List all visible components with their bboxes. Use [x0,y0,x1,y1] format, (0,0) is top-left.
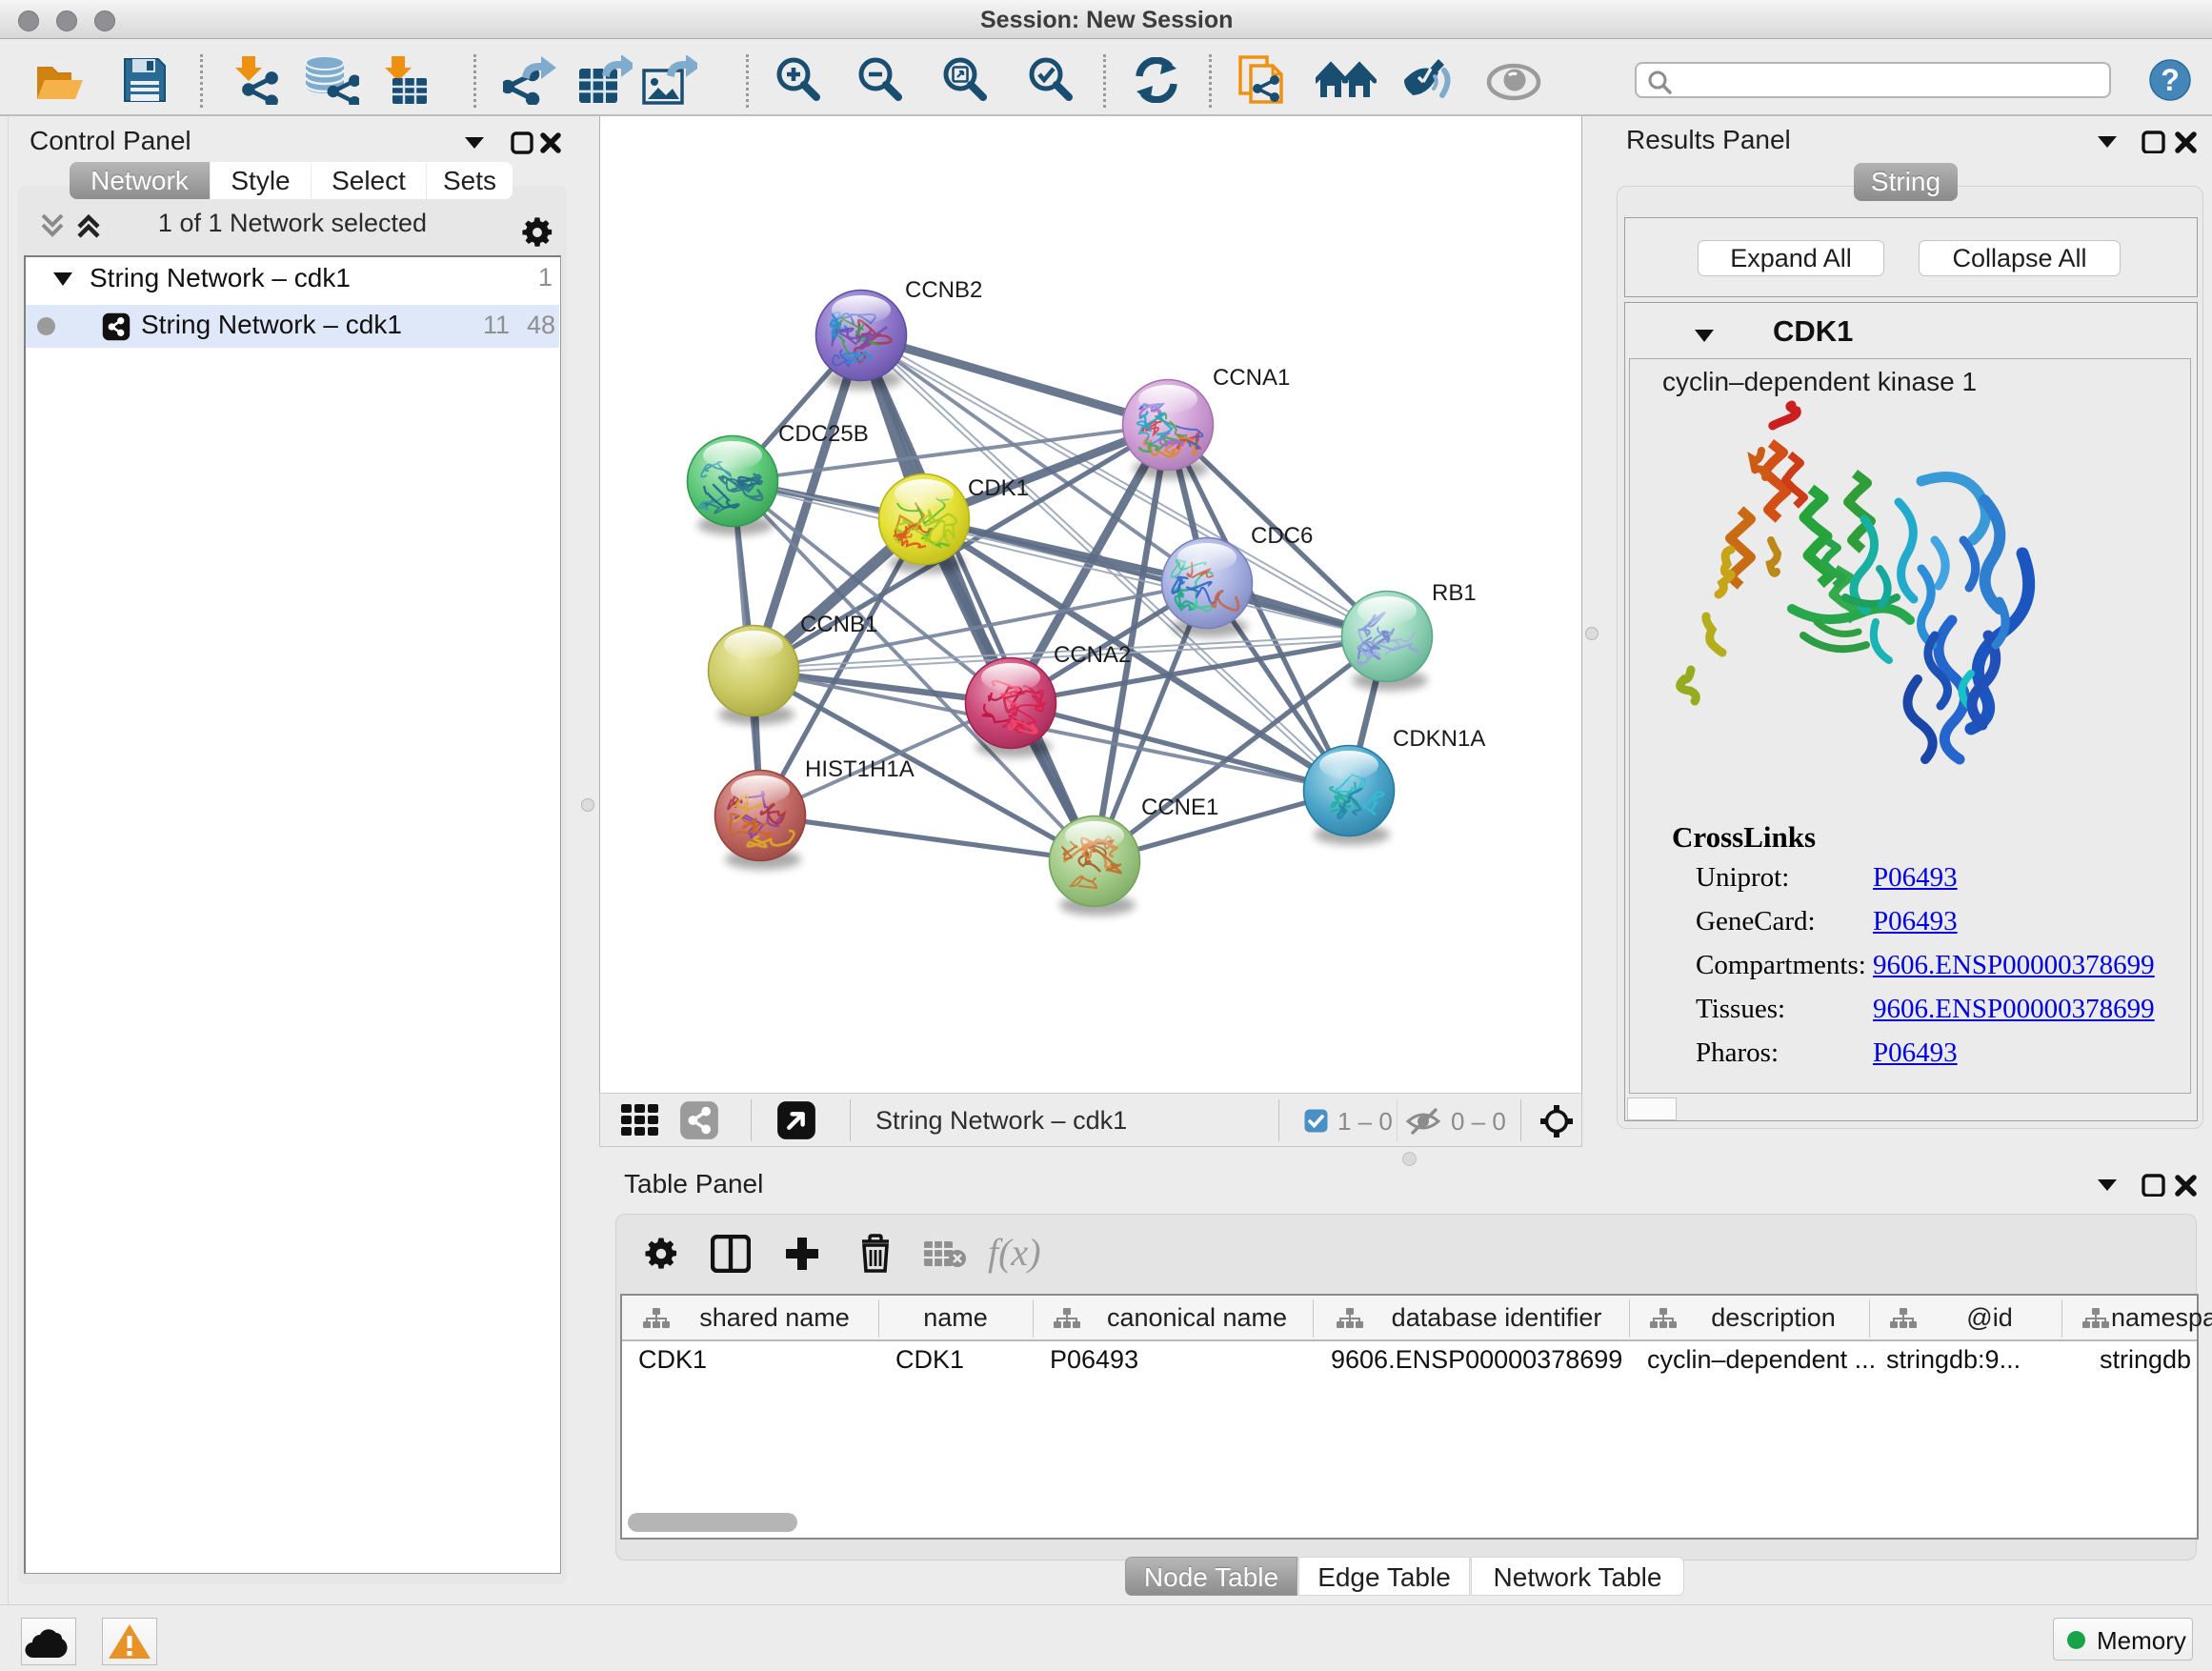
svg-text:CCNA2: CCNA2 [1054,642,1131,668]
svg-text:CCNE1: CCNE1 [1141,795,1218,820]
svg-text:?: ? [2161,63,2180,97]
svg-text:HIST1H1A: HIST1H1A [805,756,915,782]
svg-text:CDKN1A: CDKN1A [1393,726,1485,752]
svg-text:CCNA1: CCNA1 [1213,365,1290,391]
svg-text:RB1: RB1 [1432,580,1477,606]
svg-text:CDK1: CDK1 [968,475,1029,501]
svg-text:CCNB1: CCNB1 [800,612,877,637]
svg-text:CDC6: CDC6 [1251,523,1313,549]
svg-text:CDC25B: CDC25B [778,421,869,447]
svg-text:CCNB2: CCNB2 [905,277,982,303]
